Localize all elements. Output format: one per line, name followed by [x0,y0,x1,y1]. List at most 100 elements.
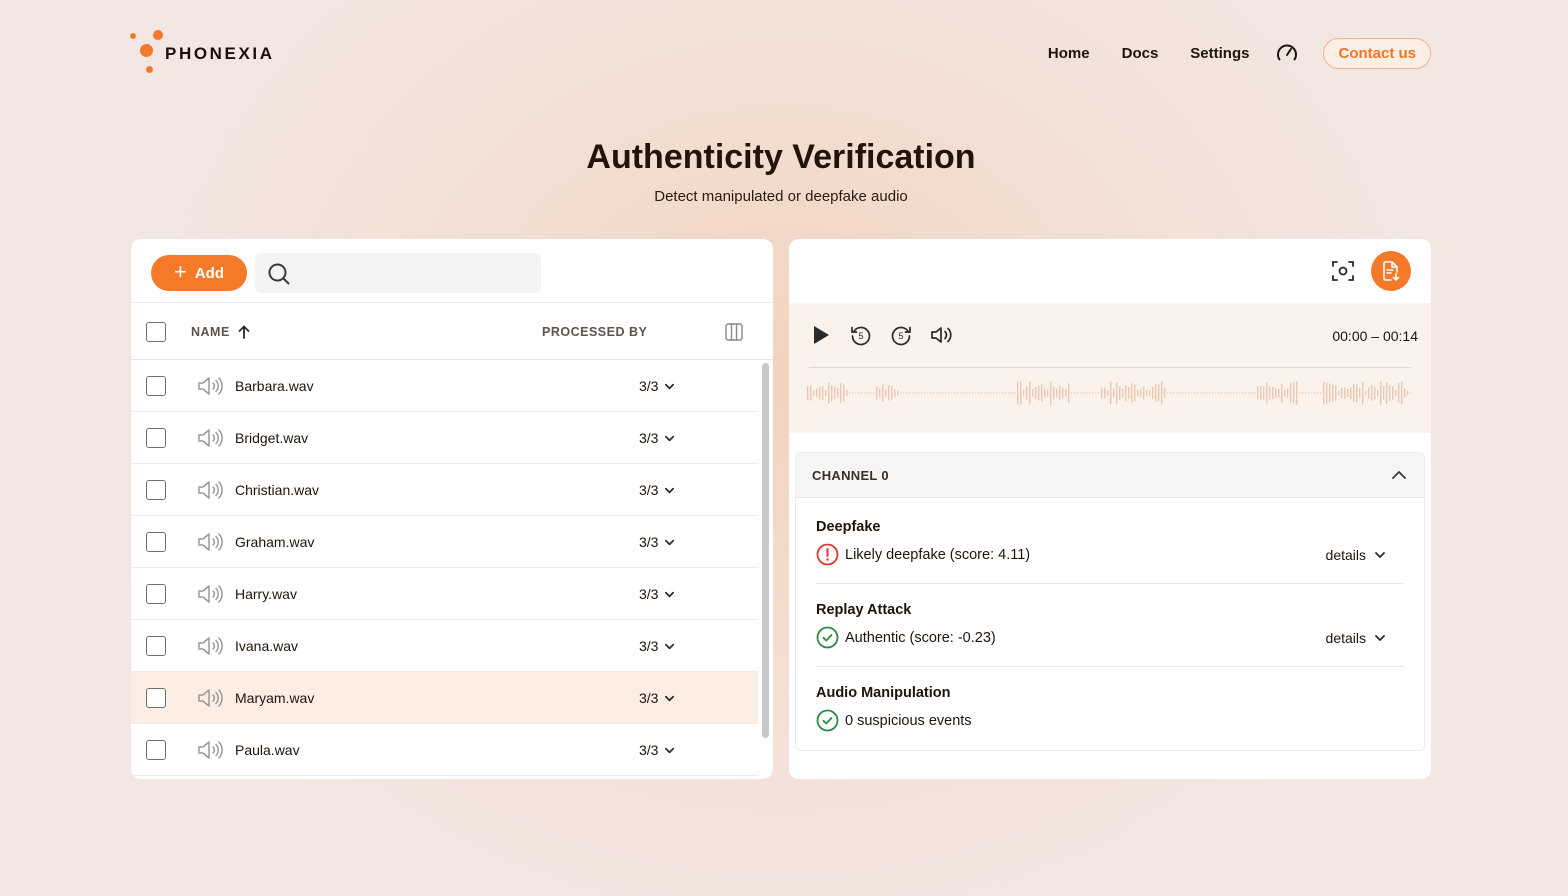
speaker-icon[interactable] [197,427,223,454]
rewind-5-icon[interactable]: 5 [849,323,873,352]
row-checkbox[interactable] [146,428,166,448]
row-checkbox[interactable] [146,740,166,760]
row-checkbox[interactable] [146,584,166,604]
result-text: 0 suspicious events [845,712,972,729]
chevron-down-icon [665,747,675,753]
speaker-icon[interactable] [197,739,223,766]
logo-dot [146,66,153,73]
speaker-icon[interactable] [197,479,223,506]
svg-text:5: 5 [858,331,863,341]
processed-count: 3/3 [639,586,659,602]
chevron-down-icon [665,487,675,493]
channel-title: CHANNEL 0 [812,468,889,483]
focus-icon[interactable] [1331,259,1355,288]
result-title: Deepfake [816,519,881,535]
chevron-down-icon [665,643,675,649]
processed-dropdown[interactable]: 3/3 [639,690,675,706]
play-icon[interactable] [811,323,831,352]
gauge-icon[interactable] [1275,41,1299,65]
processed-dropdown[interactable]: 3/3 [639,638,675,654]
table-row[interactable]: Christian.wav 3/3 [131,464,758,516]
table-row[interactable]: Harry.wav 3/3 [131,568,758,620]
top-nav: Home Docs Settings Contact us [1016,37,1431,69]
nav-home[interactable]: Home [1048,45,1090,62]
scrollbar[interactable] [762,363,769,738]
sort-ascending-icon [238,325,250,339]
contact-us-button[interactable]: Contact us [1323,37,1431,69]
check-circle-icon [816,626,839,649]
row-checkbox[interactable] [146,480,166,500]
speaker-icon[interactable] [197,635,223,662]
processed-count: 3/3 [639,742,659,758]
result-divider [816,666,1404,667]
chevron-down-icon [665,539,675,545]
timeline-divider [809,367,1411,368]
svg-text:5: 5 [898,331,903,341]
column-processed-label: PROCESSED BY [542,325,648,339]
processed-dropdown[interactable]: 3/3 [639,742,675,758]
select-all-checkbox[interactable] [146,322,166,342]
column-name-label: NAME [191,325,230,339]
chevron-down-icon [665,383,675,389]
columns-icon[interactable] [725,323,743,346]
file-table-body: Barbara.wav 3/3 Bridget.wav 3/3 Christian.wa… [131,360,758,776]
details-toggle[interactable]: details [1326,547,1386,563]
processed-count: 3/3 [639,430,659,446]
table-row[interactable]: Barbara.wav 3/3 [131,360,758,412]
nav-docs[interactable]: Docs [1122,45,1159,62]
table-row[interactable]: Maryam.wav 3/3 [131,672,758,724]
row-checkbox[interactable] [146,532,166,552]
audio-player: 5 5 00:00 – 00:14 [789,303,1431,433]
logo-dot [140,44,153,57]
channel-header[interactable]: CHANNEL 0 [796,453,1424,498]
nav-settings[interactable]: Settings [1190,45,1249,62]
processed-dropdown[interactable]: 3/3 [639,534,675,550]
result-divider [816,583,1404,584]
search-input[interactable] [255,253,541,293]
processed-dropdown[interactable]: 3/3 [639,430,675,446]
speaker-icon[interactable] [197,583,223,610]
file-name: Maryam.wav [235,690,315,706]
file-name: Harry.wav [235,586,297,602]
row-checkbox[interactable] [146,376,166,396]
processed-dropdown[interactable]: 3/3 [639,586,675,602]
result-title: Replay Attack [816,602,912,618]
check-circle-icon [816,709,839,732]
chevron-up-icon[interactable] [1390,466,1408,489]
page-subtitle: Detect manipulated or deepfake audio [654,188,908,205]
processed-count: 3/3 [639,534,659,550]
table-header: NAME PROCESSED BY [131,303,773,360]
add-button[interactable]: + Add [151,255,247,291]
speaker-icon[interactable] [197,687,223,714]
time-range: 00:00 – 00:14 [1332,328,1418,344]
table-row[interactable]: Graham.wav 3/3 [131,516,758,568]
deepfake-result: Deepfake Likely deepfake (score: 4.11) d… [816,519,1404,566]
logo-dot [130,33,136,39]
speaker-icon[interactable] [197,531,223,558]
speaker-icon[interactable] [197,375,223,402]
volume-icon[interactable] [929,323,955,352]
replay-attack-result: Replay Attack Authentic (score: -0.23) d… [816,602,1404,649]
waveform[interactable] [807,377,1413,409]
phonexia-logo[interactable]: PHONEXIA [130,30,290,76]
file-name: Ivana.wav [235,638,299,654]
export-report-button[interactable] [1371,251,1411,291]
forward-5-icon[interactable]: 5 [889,323,913,352]
processed-dropdown[interactable]: 3/3 [639,378,675,394]
processed-count: 3/3 [639,638,659,654]
chevron-down-icon [1375,635,1385,641]
details-toggle[interactable]: details [1326,630,1386,646]
row-checkbox[interactable] [146,688,166,708]
file-list-panel: + Add NAME PROCESSED BY Barbara.wav 3/3 Br… [131,239,773,779]
sort-by-name[interactable]: NAME [191,325,250,339]
table-row[interactable]: Ivana.wav 3/3 [131,620,758,672]
processed-dropdown[interactable]: 3/3 [639,482,675,498]
chevron-down-icon [665,695,675,701]
logo-dot [153,30,163,40]
table-row[interactable]: Paula.wav 3/3 [131,724,758,776]
result-title: Audio Manipulation [816,685,951,701]
row-checkbox[interactable] [146,636,166,656]
warning-icon [816,543,839,566]
details-label: details [1325,630,1366,646]
table-row[interactable]: Bridget.wav 3/3 [131,412,758,464]
